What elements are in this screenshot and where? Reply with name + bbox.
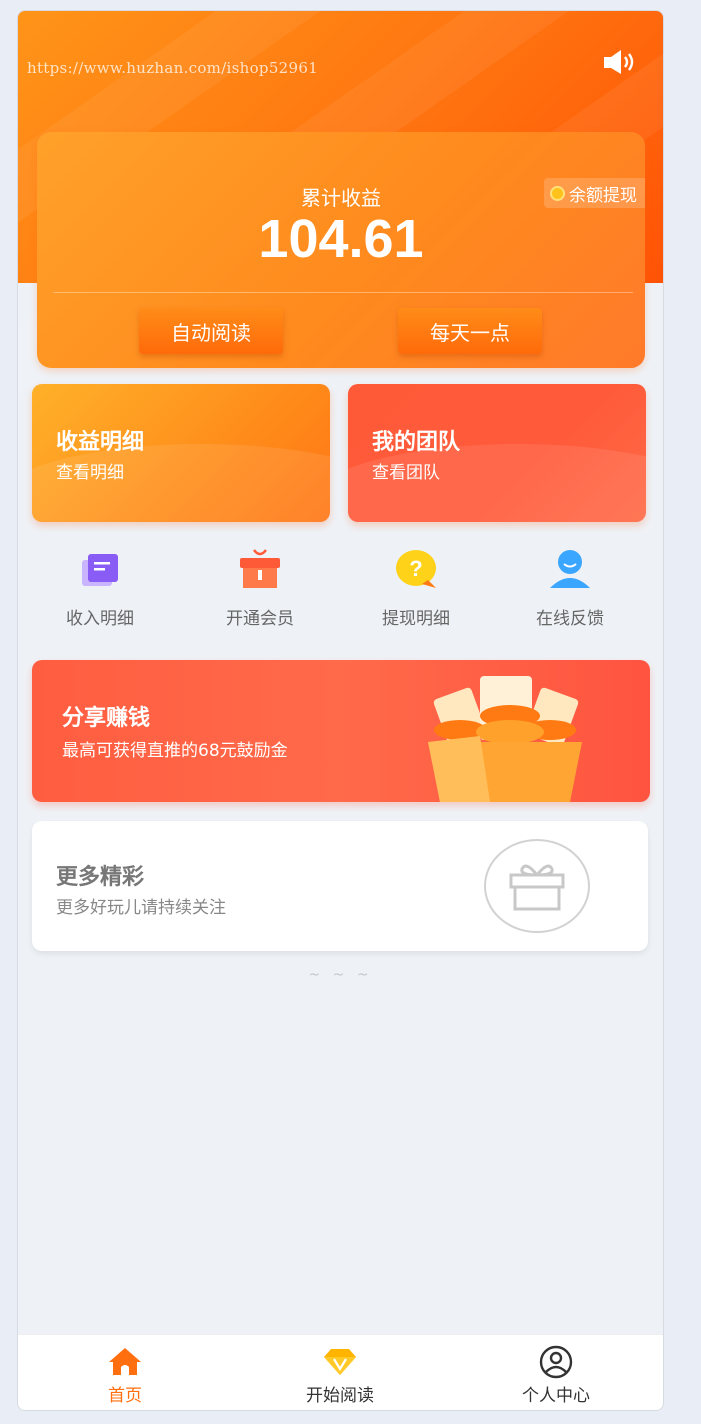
tab-label: 开始阅读 [306, 1386, 374, 1406]
tab-profile[interactable]: 个人中心 [496, 1345, 616, 1406]
app-frame: https://www.huzhan.com/ishop52961 累计收益 1… [17, 10, 664, 1411]
income-card-title: 收益明细 [56, 430, 145, 455]
shortcut-online-feedback[interactable]: 在线反馈 [510, 546, 630, 629]
shortcut-label: 收入明细 [66, 609, 134, 629]
user-support-icon [546, 546, 594, 594]
tab-label: 首页 [108, 1386, 142, 1406]
question-bubble-icon: ? [392, 546, 440, 594]
shortcut-label: 在线反馈 [536, 609, 604, 629]
money-box-illustration [420, 672, 590, 802]
more-card[interactable]: 更多精彩 更多好玩儿请持续关注 [32, 821, 648, 951]
withdraw-label: 余额提现 [569, 185, 637, 206]
shortcut-income-details[interactable]: 收入明细 [40, 546, 160, 629]
gift-box-icon [236, 546, 284, 594]
home-icon [107, 1345, 143, 1379]
gift-outline-icon [484, 839, 590, 933]
income-card-subtitle: 查看明细 [56, 463, 124, 483]
bottom-tab-bar: 首页 开始阅读 个人中心 [18, 1334, 663, 1410]
shortcut-label: 开通会员 [226, 609, 294, 629]
share-earn-banner[interactable]: 分享赚钱 最高可获得直推的68元鼓励金 [32, 660, 650, 802]
shortcut-membership[interactable]: 开通会员 [200, 546, 320, 629]
watermark-text: https://www.huzhan.com/ishop52961 [27, 59, 319, 77]
withdraw-button[interactable]: 余额提现 [544, 178, 645, 208]
share-subtitle: 最高可获得直推的68元鼓励金 [62, 741, 288, 761]
shortcut-withdraw-details[interactable]: ? 提现明细 [356, 546, 476, 629]
tab-label: 个人中心 [522, 1386, 590, 1406]
profile-icon [538, 1345, 574, 1379]
shortcut-row: 收入明细 开通会员 ? 提现明细 在线反馈 [18, 546, 663, 636]
team-card-title: 我的团队 [372, 430, 461, 455]
my-team-card[interactable]: 我的团队 查看团队 [348, 384, 646, 522]
earnings-card: 累计收益 104.61 余额提现 自动阅读 每天一点 [37, 132, 645, 368]
income-details-card[interactable]: 收益明细 查看明细 [32, 384, 330, 522]
speaker-icon[interactable] [603, 47, 639, 77]
tab-home[interactable]: 首页 [65, 1345, 185, 1406]
document-icon [76, 546, 124, 594]
earnings-divider [53, 292, 633, 293]
diamond-icon [322, 1345, 358, 1379]
more-subtitle: 更多好玩儿请持续关注 [56, 898, 226, 918]
share-title: 分享赚钱 [62, 706, 151, 731]
coin-icon [550, 185, 565, 201]
earnings-value: 104.61 [258, 209, 424, 269]
svg-text:?: ? [409, 556, 422, 581]
team-card-subtitle: 查看团队 [372, 463, 440, 483]
daily-button[interactable]: 每天一点 [398, 308, 542, 354]
end-marker: ~ ~ ~ [308, 967, 373, 983]
more-title: 更多精彩 [56, 865, 145, 890]
tab-start-reading[interactable]: 开始阅读 [280, 1345, 400, 1406]
shortcut-label: 提现明细 [382, 609, 450, 629]
auto-read-button[interactable]: 自动阅读 [139, 308, 283, 354]
